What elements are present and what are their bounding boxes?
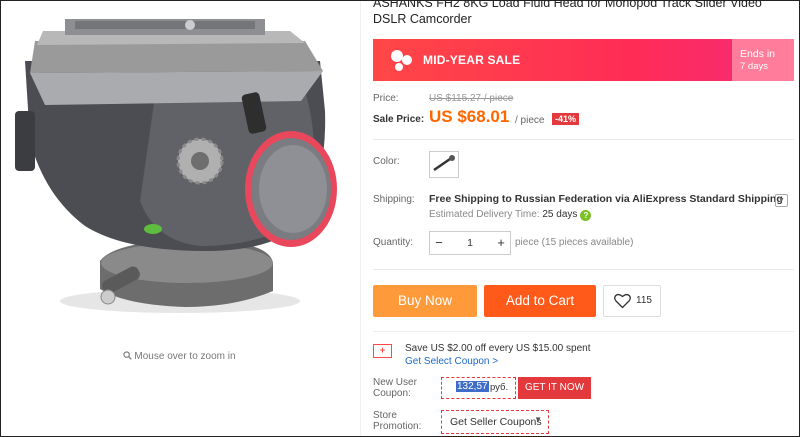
quantity-input[interactable]: 1 xyxy=(448,232,492,254)
get-seller-coupons-dropdown[interactable]: Get Seller Coupons ▼ xyxy=(441,410,549,434)
price-label: Price: xyxy=(373,93,399,104)
heart-icon xyxy=(614,293,631,309)
coupon-icon: + xyxy=(373,344,392,358)
buy-now-button[interactable]: Buy Now xyxy=(373,285,477,317)
new-user-coupon-currency: руб. xyxy=(490,382,509,393)
original-price: US $115.27 / piece xyxy=(429,93,514,104)
delivery-days: 25 days xyxy=(542,209,578,220)
product-detail: ASHANKS FH2 8KG Load Fluid Head for Mono… xyxy=(365,1,799,436)
store-promotion-label: Store Promotion: xyxy=(373,410,421,432)
color-label: Color: xyxy=(373,156,400,167)
quantity-label: Quantity: xyxy=(373,237,414,248)
quantity-increment-button[interactable]: + xyxy=(492,232,510,254)
color-swatch[interactable] xyxy=(429,151,459,178)
quantity-available: piece (15 pieces available) xyxy=(515,237,634,248)
store-label-line2: Promotion: xyxy=(373,421,422,432)
new-user-coupon-amount: 132,57 xyxy=(456,381,489,392)
delivery-estimate: Estimated Delivery Time: 25 days? xyxy=(429,209,592,221)
product-image[interactable] xyxy=(5,1,355,331)
new-user-label-line1: New User xyxy=(373,377,417,388)
coupon-offer-text: Save US $2.00 off every US $15.00 spent xyxy=(405,343,591,354)
zoom-hint: Mouse over to zoom in xyxy=(1,351,358,362)
wishlist-button[interactable]: 115 xyxy=(603,285,661,317)
wishlist-count: 115 xyxy=(636,295,652,306)
divider xyxy=(373,331,794,332)
ends-in-days: 7 days xyxy=(740,61,768,72)
ends-in-label: Ends in xyxy=(740,48,776,60)
sale-price: US $68.01 xyxy=(429,107,510,126)
product-gallery: Mouse over to zoom in xyxy=(1,1,358,436)
handle-thumbnail-icon xyxy=(433,155,455,172)
quantity-stepper: − 1 + xyxy=(429,231,511,255)
sale-price-label: Sale Price: xyxy=(373,114,425,125)
shipping-label: Shipping: xyxy=(373,194,415,205)
new-user-coupon-value: 132,57 руб. xyxy=(441,377,516,399)
get-seller-coupons-label: Get Seller Coupons xyxy=(450,416,542,428)
store-label-line1: Store xyxy=(373,410,397,421)
product-title: ASHANKS FH2 8KG Load Fluid Head for Mono… xyxy=(373,0,762,26)
chevron-down-icon[interactable]: ▼ xyxy=(775,194,788,207)
per-unit-label: / piece xyxy=(515,115,545,126)
new-user-coupon-label: New User Coupon: xyxy=(373,377,417,399)
get-select-coupon-link[interactable]: Get Select Coupon > xyxy=(405,356,498,367)
discount-badge: -41% xyxy=(552,113,580,125)
chevron-down-icon: ▼ xyxy=(534,415,542,424)
new-user-label-line2: Coupon: xyxy=(373,388,411,399)
delivery-label: Estimated Delivery Time: xyxy=(429,209,540,220)
question-icon[interactable]: ? xyxy=(580,210,592,221)
promo-countdown: Ends in 7 days xyxy=(732,39,794,81)
magnifier-icon xyxy=(123,351,133,360)
zoom-hint-text: Mouse over to zoom in xyxy=(134,351,236,362)
product-page: Mouse over to zoom in ASHANKS FH2 8KG Lo… xyxy=(0,0,800,437)
sale-burst-icon xyxy=(391,50,412,71)
shipping-method[interactable]: Free Shipping to Russian Federation via … xyxy=(429,193,783,205)
get-it-now-button[interactable]: GET IT NOW xyxy=(518,377,591,399)
divider xyxy=(373,139,794,140)
quantity-decrement-button[interactable]: − xyxy=(430,232,448,254)
promo-banner[interactable]: MID-YEAR SALE Ends in 7 days xyxy=(373,39,794,81)
promo-label: MID-YEAR SALE xyxy=(423,53,521,67)
column-divider xyxy=(360,1,361,436)
divider xyxy=(373,269,794,270)
add-to-cart-button[interactable]: Add to Cart xyxy=(484,285,596,317)
